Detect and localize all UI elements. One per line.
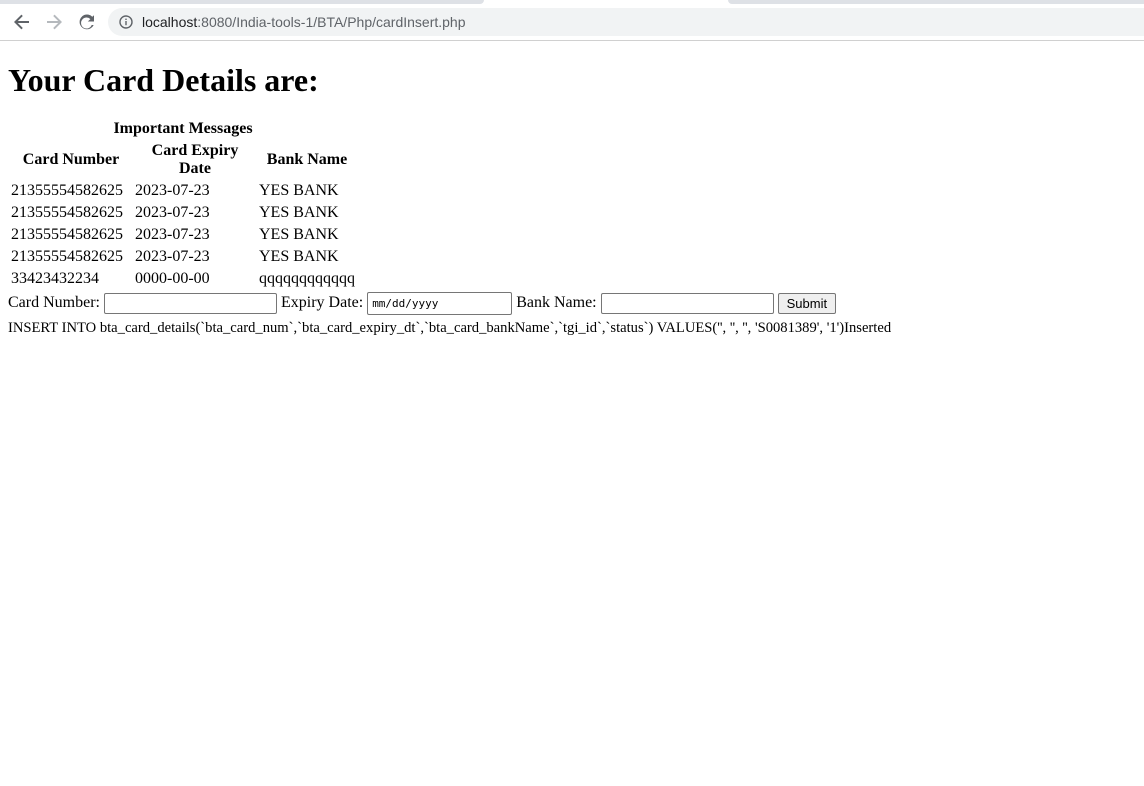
cell-expiry: 2023-07-23: [135, 182, 210, 199]
card-insert-form: Card Number: Expiry Date: mm/dd/yyyy Ban…: [8, 291, 837, 315]
arrow-right-icon: [47, 14, 62, 30]
header-card-expiry: Card Expiry Date: [151, 142, 239, 177]
sql-output-text: INSERT INTO bta_card_details(`bta_card_n…: [8, 320, 892, 336]
table-row: 21355554582625 2023-07-23 YES BANK: [10, 247, 356, 267]
cell-card-number: 21355554582625: [11, 204, 123, 221]
cell-bank: qqqqqqqqqqqq: [259, 270, 355, 287]
cell-bank: YES BANK: [259, 204, 339, 221]
info-icon[interactable]: [119, 15, 133, 29]
card-number-input[interactable]: [103, 292, 277, 314]
page-content: Your Card Details are: Important Message…: [0, 41, 1144, 786]
cell-card-number: 21355554582625: [11, 248, 123, 265]
bank-name-input[interactable]: [600, 292, 774, 314]
table-row: 21355554582625 2023-07-23 YES BANK: [10, 225, 356, 245]
expiry-date-label: Expiry Date:: [280, 294, 364, 311]
table-row: 21355554582625 2023-07-23 YES BANK: [10, 203, 356, 223]
cell-expiry: 2023-07-23: [135, 226, 210, 243]
url-path: :8080/India-tools-1/BTA/Php/cardInsert.p…: [197, 14, 466, 30]
cell-bank: YES BANK: [259, 182, 339, 199]
browser-toolbar: localhost:8080/India-tools-1/BTA/Php/car…: [0, 0, 1144, 41]
submit-button[interactable]: Submit: [777, 292, 837, 314]
tab-strip-edge: [728, 0, 1144, 4]
url-text[interactable]: localhost:8080/India-tools-1/BTA/Php/car…: [142, 14, 466, 30]
expiry-date-input[interactable]: mm/dd/yyyy: [367, 291, 513, 315]
url-host: localhost: [142, 14, 198, 30]
reload-button[interactable]: [75, 10, 99, 34]
cell-expiry: 0000-00-00: [135, 270, 210, 287]
cell-card-number: 21355554582625: [11, 182, 123, 199]
address-bar[interactable]: localhost:8080/India-tools-1/BTA/Php/car…: [108, 8, 1144, 36]
table-row: 21355554582625 2023-07-23 YES BANK: [10, 181, 356, 201]
table-caption: Important Messages: [113, 120, 253, 137]
back-button[interactable]: [10, 10, 34, 34]
forward-button[interactable]: [42, 10, 66, 34]
cell-bank: YES BANK: [259, 226, 339, 243]
table-header-row: Card Number Card Expiry Date Bank Name: [10, 141, 356, 179]
cell-card-number: 21355554582625: [11, 226, 123, 243]
header-card-number: Card Number: [22, 151, 120, 168]
reload-icon: [79, 14, 94, 30]
arrow-left-icon: [14, 14, 29, 30]
page-title: Your Card Details are:: [8, 62, 319, 98]
header-bank-name: Bank Name: [266, 151, 348, 168]
card-number-label: Card Number:: [8, 294, 100, 311]
bank-name-label: Bank Name:: [516, 294, 597, 311]
expiry-date-placeholder: mm/dd/yyyy: [372, 296, 439, 310]
card-details-table: Important Messages Card Number Card Expi…: [8, 119, 358, 291]
table-row: 33423432234 0000-00-00 qqqqqqqqqqqq: [10, 269, 356, 289]
cell-expiry: 2023-07-23: [135, 204, 210, 221]
cell-card-number: 33423432234: [11, 270, 99, 287]
tab-strip-edge: [0, 0, 484, 4]
cell-expiry: 2023-07-23: [135, 248, 210, 265]
cell-bank: YES BANK: [259, 248, 339, 265]
